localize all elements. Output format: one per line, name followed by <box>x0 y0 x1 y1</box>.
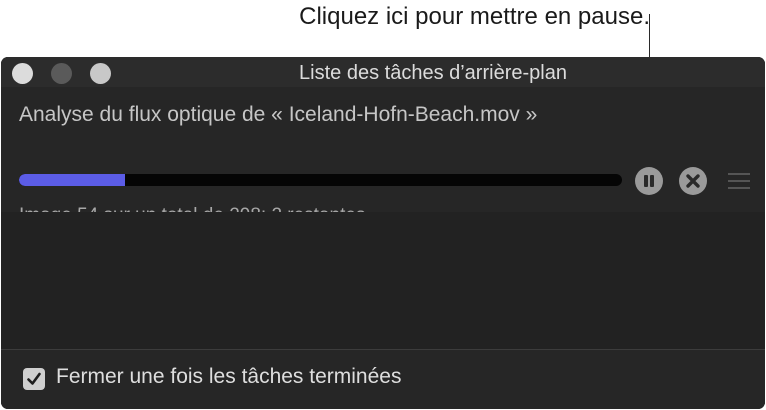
pause-button[interactable] <box>635 167 663 195</box>
task-list-empty-area <box>1 212 765 349</box>
background-tasks-window: Liste des tâches d’arrière-plan Analyse … <box>1 57 765 409</box>
callout-text: Cliquez ici pour mettre en pause. <box>299 3 650 30</box>
footer: Fermer une fois les tâches terminées <box>1 350 765 409</box>
checkmark-icon <box>27 372 41 385</box>
task-progress-bar <box>19 174 622 186</box>
task-name: Analyse du flux optique de « Iceland-Hof… <box>19 103 538 126</box>
close-icon <box>686 174 700 188</box>
menu-icon[interactable] <box>728 173 750 189</box>
task-progress-fill <box>19 174 126 186</box>
close-when-done-label[interactable]: Fermer une fois les tâches terminées <box>56 365 401 389</box>
title-bar: Liste des tâches d’arrière-plan <box>1 57 765 87</box>
task-row: Analyse du flux optique de « Iceland-Hof… <box>1 87 765 226</box>
cancel-task-button[interactable] <box>679 167 707 195</box>
window-title: Liste des tâches d’arrière-plan <box>299 62 567 84</box>
close-when-done-checkbox[interactable] <box>23 368 45 390</box>
